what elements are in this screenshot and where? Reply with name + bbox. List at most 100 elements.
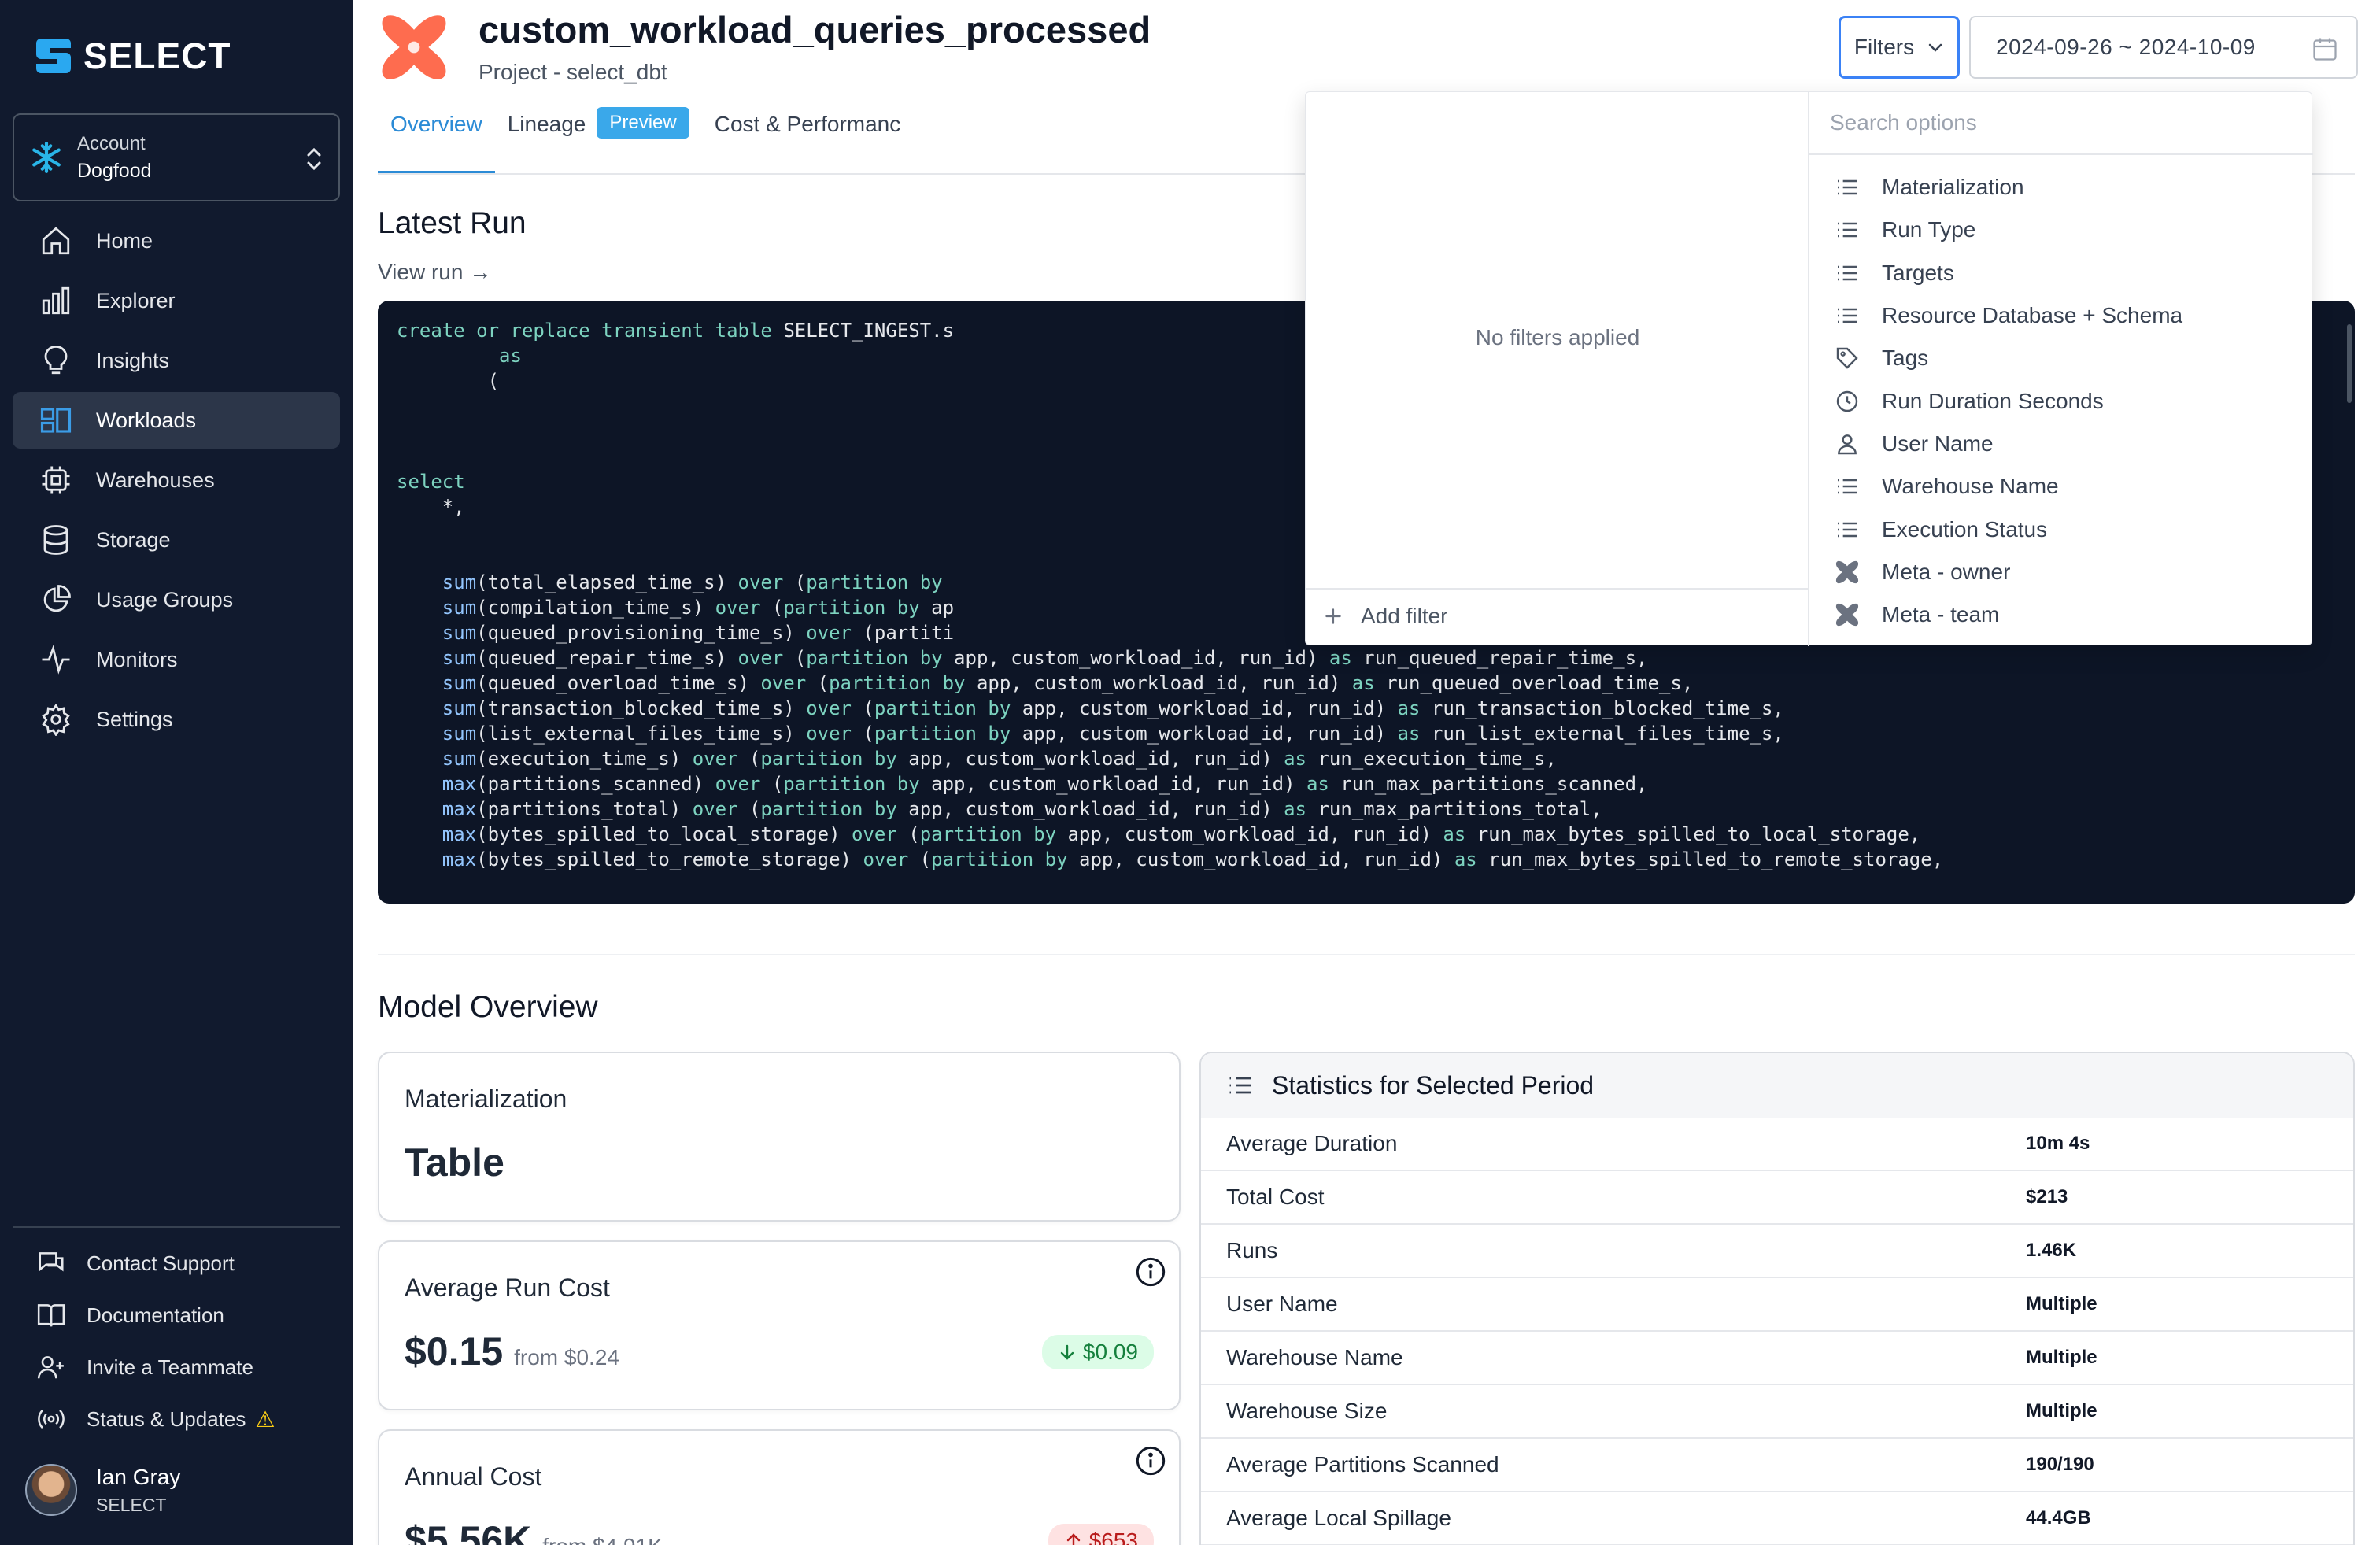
- filter-option-meta-owner[interactable]: Meta - owner: [1811, 551, 2312, 593]
- documentation-link[interactable]: Documentation: [13, 1289, 340, 1341]
- date-range-picker[interactable]: 2024-09-26 ~ 2024-10-09: [1969, 16, 2358, 79]
- nav-item-settings[interactable]: Settings: [13, 691, 340, 748]
- code-scrollbar[interactable]: [2347, 324, 2352, 403]
- tab-label: Overview: [390, 112, 482, 136]
- table-row: Runs 1.46K: [1201, 1225, 2353, 1278]
- annual-cost-delta: $653: [1048, 1524, 1154, 1545]
- materialization-card: Materialization Table: [378, 1052, 1181, 1222]
- table-row: Total Cost $213: [1201, 1171, 2353, 1225]
- stat-label: Average Duration: [1226, 1131, 1398, 1155]
- filter-search-input[interactable]: Search options: [1809, 92, 2313, 155]
- nav-item-monitors[interactable]: Monitors: [13, 631, 340, 688]
- stat-label: User Name: [1226, 1292, 1338, 1316]
- nav-item-home[interactable]: Home: [13, 213, 340, 269]
- user-plus-icon: [37, 1356, 64, 1379]
- nav-item-explorer[interactable]: Explorer: [13, 272, 340, 329]
- add-filter-button[interactable]: Add filter: [1323, 604, 1448, 629]
- filter-dropdown: No filters applied Add filter Search opt…: [1305, 91, 2313, 646]
- avg-run-cost-delta: $0.09: [1041, 1335, 1154, 1369]
- avg-run-cost-from: from $0.24: [514, 1345, 619, 1369]
- user-icon: [1838, 434, 1857, 455]
- option-label: Resource Database + Schema: [1882, 303, 2183, 328]
- filter-option-meta-team[interactable]: Meta - team: [1811, 593, 2312, 636]
- user-profile[interactable]: Ian Gray SELECT: [25, 1464, 180, 1516]
- nav-label: Explorer: [96, 288, 176, 312]
- nav-item-storage[interactable]: Storage: [13, 512, 340, 568]
- stat-value: Multiple: [2026, 1293, 2097, 1314]
- stat-label: Runs: [1226, 1238, 1278, 1262]
- option-label: Targets: [1882, 260, 1954, 285]
- list-icon: [1838, 223, 1857, 238]
- filters-button[interactable]: Filters: [1839, 16, 1960, 79]
- account-switcher[interactable]: Account Dogfood: [13, 113, 340, 201]
- annual-cost-value: $5.56K: [405, 1518, 532, 1545]
- stat-value: $213: [2026, 1186, 2068, 1207]
- statistics-table: Statistics for Selected Period Average D…: [1199, 1052, 2355, 1545]
- filter-option-execution-status[interactable]: Execution Status: [1811, 508, 2312, 550]
- snowflake-icon: [32, 142, 61, 173]
- tab-label: Cost & Performanc: [714, 112, 901, 136]
- annual-cost-from: from $4.91K: [542, 1534, 663, 1545]
- bottom-nav-label: Documentation: [87, 1303, 224, 1327]
- view-run-link[interactable]: View run →: [378, 260, 491, 285]
- option-label: Tags: [1882, 346, 1929, 371]
- table-row: Warehouse Name Multiple: [1201, 1332, 2353, 1385]
- main-nav: Home Explorer Insights Workloads Warehou…: [13, 213, 340, 751]
- table-row: Average Duration 10m 4s: [1201, 1118, 2353, 1171]
- calendar-icon: [2313, 38, 2337, 61]
- tab-lineage[interactable]: Lineage Preview: [495, 104, 702, 175]
- status-updates-link[interactable]: Status & Updates ⚠: [13, 1393, 340, 1445]
- select-logo-icon: [36, 39, 71, 73]
- nav-label: Monitors: [96, 647, 178, 671]
- table-row: Warehouse Size Multiple: [1201, 1385, 2353, 1439]
- avg-run-cost-value: $0.15: [405, 1329, 504, 1373]
- filter-option-materialization[interactable]: Materialization: [1811, 166, 2312, 209]
- info-icon[interactable]: [1135, 1256, 1166, 1288]
- nav-item-usage-groups[interactable]: Usage Groups: [13, 571, 340, 628]
- list-icon: [1838, 479, 1857, 494]
- nav-label: Home: [96, 228, 153, 253]
- nav-item-insights[interactable]: Insights: [13, 332, 340, 389]
- user-name: Ian Gray: [96, 1464, 181, 1489]
- list-icon: [1838, 179, 1857, 195]
- user-org: SELECT: [96, 1494, 167, 1515]
- brand-logo[interactable]: SELECT: [35, 35, 231, 77]
- invite-teammate-link[interactable]: Invite a Teammate: [13, 1341, 340, 1393]
- no-filters-text: No filters applied: [1475, 325, 1640, 349]
- avatar: [25, 1464, 77, 1516]
- delta-value: $653: [1088, 1528, 1138, 1545]
- filter-option-warehouse-name[interactable]: Warehouse Name: [1811, 465, 2312, 508]
- model-overview-title: Model Overview: [378, 990, 598, 1024]
- nav-label: Insights: [96, 348, 170, 372]
- gear-icon: [42, 703, 70, 736]
- filter-option-resource-db-schema[interactable]: Resource Database + Schema: [1811, 294, 2312, 337]
- stat-value: 10m 4s: [2026, 1133, 2090, 1154]
- tab-cost-performance[interactable]: Cost & Performanc: [702, 104, 914, 175]
- tab-label: Lineage: [507, 112, 586, 136]
- stat-value: 44.4GB: [2026, 1507, 2091, 1528]
- pie-chart-icon: [43, 585, 71, 612]
- filter-option-run-duration[interactable]: Run Duration Seconds: [1811, 379, 2312, 422]
- nav-item-warehouses[interactable]: Warehouses: [13, 452, 340, 508]
- option-label: Meta - team: [1882, 602, 2000, 627]
- filter-option-tags[interactable]: Tags: [1811, 337, 2312, 379]
- nav-item-workloads[interactable]: Workloads: [13, 392, 340, 449]
- broadcast-icon: [38, 1410, 65, 1429]
- stat-label: Warehouse Size: [1226, 1399, 1388, 1423]
- warning-icon: ⚠: [255, 1406, 275, 1432]
- statistics-title: Statistics for Selected Period: [1272, 1070, 1595, 1100]
- option-label: User Name: [1882, 431, 1994, 456]
- page-subtitle: Project - select_dbt: [479, 60, 667, 84]
- latest-run-title: Latest Run: [378, 206, 527, 240]
- home-icon: [42, 227, 70, 255]
- option-label: Meta - owner: [1882, 559, 2011, 584]
- stat-label: Average Partitions Scanned: [1226, 1452, 1499, 1477]
- filter-option-run-type[interactable]: Run Type: [1811, 209, 2312, 251]
- info-icon[interactable]: [1135, 1445, 1166, 1477]
- materialization-label: Materialization: [405, 1085, 567, 1113]
- tab-overview[interactable]: Overview: [378, 104, 495, 175]
- filter-option-targets[interactable]: Targets: [1811, 252, 2312, 294]
- contact-support-link[interactable]: Contact Support: [13, 1237, 340, 1289]
- chat-icon: [39, 1252, 64, 1272]
- filter-option-user-name[interactable]: User Name: [1811, 423, 2312, 465]
